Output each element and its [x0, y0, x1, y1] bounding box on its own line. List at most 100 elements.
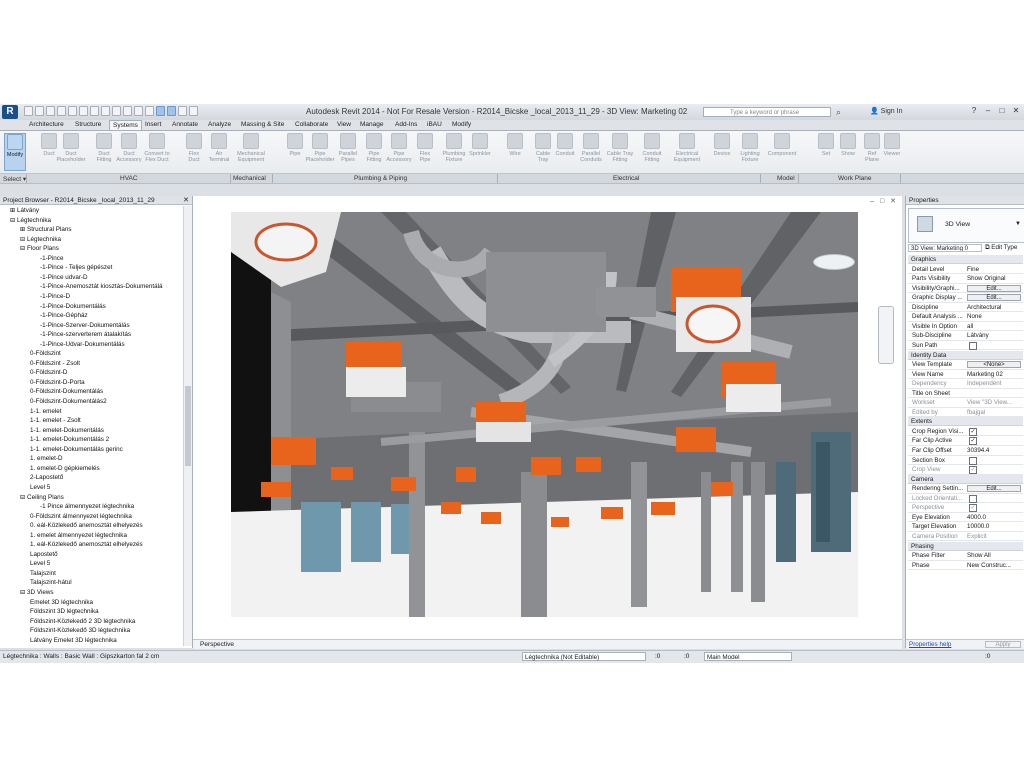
property-value[interactable]: Fine: [967, 265, 1023, 274]
property-value[interactable]: New Construc...: [967, 561, 1023, 570]
instance-filter-dropdown[interactable]: 3D View: Marketing 0: [908, 244, 982, 252]
tree-item[interactable]: 0-Földszint: [30, 349, 61, 358]
tree-item[interactable]: 1. eál-Közlekedő anemosztát elhelyezés: [30, 540, 143, 549]
property-value[interactable]: 30394.4: [967, 446, 1023, 455]
ribbon-button-24[interactable]: Device: [707, 133, 737, 171]
expand-icon[interactable]: ⊞: [20, 226, 27, 233]
close-hidden-icon[interactable]: [167, 106, 176, 116]
property-value[interactable]: Látvány: [967, 331, 1023, 340]
tab-ibau[interactable]: iBAU: [424, 120, 445, 130]
tree-item[interactable]: -1-Pince-Szerver-Dokumentálás: [40, 321, 130, 330]
property-value[interactable]: Show All: [967, 551, 1023, 560]
tab-massing-site[interactable]: Massing & Site: [238, 120, 287, 130]
switch-windows-icon[interactable]: [178, 106, 187, 116]
tree-item[interactable]: ⊟ Floor Plans: [20, 244, 59, 253]
tree-item[interactable]: -1-Pince udvar-D: [40, 273, 88, 282]
close-icon[interactable]: ✕: [183, 196, 189, 205]
revit-logo-icon[interactable]: R: [2, 105, 18, 119]
3d-view-icon[interactable]: [134, 106, 143, 116]
property-row[interactable]: Far Clip Offset 30394.4: [908, 446, 1023, 456]
property-row[interactable]: Edited by fbajgal: [908, 408, 1023, 418]
sync-icon[interactable]: [46, 106, 55, 116]
tree-item[interactable]: 0-Földszint-D-Porta: [30, 378, 85, 387]
ribbon-button-4[interactable]: Duct Accessory: [114, 133, 144, 171]
property-checkbox[interactable]: ✓: [969, 427, 977, 436]
minimize-icon[interactable]: –: [982, 105, 994, 117]
property-checkbox[interactable]: [969, 341, 977, 350]
property-row[interactable]: Phase Filter Show All: [908, 551, 1023, 561]
tree-item[interactable]: ⊟ 3D Views: [20, 588, 54, 597]
property-row[interactable]: Rendering Settin... Edit...: [908, 484, 1023, 494]
ribbon-button-14[interactable]: Flex Pipe: [410, 133, 440, 171]
tab-collaborate[interactable]: Collaborate: [292, 120, 331, 130]
tree-item[interactable]: Talajszint: [30, 569, 56, 578]
panel-label-0[interactable]: Select ▾: [3, 175, 26, 183]
tag-icon[interactable]: [112, 106, 121, 116]
ribbon-button-17[interactable]: Wire: [500, 133, 530, 171]
property-edit-button[interactable]: Edit...: [967, 485, 1021, 493]
undo-icon[interactable]: [57, 106, 66, 116]
property-row[interactable]: Target Elevation 10000.0: [908, 522, 1023, 532]
ribbon-button-8[interactable]: Mechanical Equipment: [236, 133, 266, 171]
tab-add-ins[interactable]: Add-Ins: [392, 120, 420, 130]
help-icon[interactable]: ?: [968, 105, 980, 117]
tree-item[interactable]: 1-1. emelet-Dokumentálás gerinc: [30, 445, 123, 454]
property-edit-button[interactable]: <None>: [967, 361, 1021, 369]
ribbon-button-5[interactable]: Convert to Flex Duct: [142, 133, 172, 171]
properties-help-link[interactable]: Properties help: [909, 640, 951, 649]
open-icon[interactable]: [24, 106, 33, 116]
property-row[interactable]: Workset View "3D View...: [908, 398, 1023, 408]
tree-item[interactable]: -1-Pince-Dokumentálás: [40, 302, 106, 311]
tree-item[interactable]: 0-Földszint - Zsolt: [30, 359, 80, 368]
tree-item[interactable]: -1-Pince-D: [40, 292, 70, 301]
project-browser-scrollbar[interactable]: [183, 206, 192, 646]
tree-item[interactable]: 1-1. emelet-Dokumentálás: [30, 426, 104, 435]
property-row[interactable]: Title on Sheet: [908, 389, 1023, 399]
property-checkbox[interactable]: [969, 456, 977, 465]
property-row[interactable]: Parts Visibility Show Original: [908, 274, 1023, 284]
ribbon-button-22[interactable]: Conduit Fitting: [637, 133, 667, 171]
active-workset-dropdown[interactable]: Légtechnika (Not Editable): [522, 652, 646, 661]
property-row[interactable]: Perspective ✓: [908, 503, 1023, 513]
tab-structure[interactable]: Structure: [72, 120, 104, 130]
property-row[interactable]: Camera Position Explicit: [908, 532, 1023, 542]
redo-icon[interactable]: [68, 106, 77, 116]
tree-item[interactable]: 1-1. emelet-Dokumentálás 2: [30, 435, 109, 444]
tab-modify[interactable]: Modify: [449, 120, 474, 130]
property-group-header[interactable]: Phasing: [908, 541, 1023, 551]
property-value[interactable]: 10000.0: [967, 522, 1023, 531]
maximize-icon[interactable]: □: [996, 105, 1008, 117]
close-icon[interactable]: ✕: [1010, 105, 1022, 117]
tree-item[interactable]: Földszint 3D légtechnika: [30, 607, 99, 616]
chevron-down-icon[interactable]: ▼: [1015, 221, 1021, 227]
tree-item[interactable]: -1 Pince álmennyezet légtechnika: [40, 502, 134, 511]
tree-item[interactable]: ⊟ Légtechnika: [20, 235, 61, 244]
customize-qat-icon[interactable]: [189, 106, 198, 116]
property-checkbox[interactable]: ✓: [969, 437, 977, 446]
property-row[interactable]: Default Analysis ... None: [908, 312, 1023, 322]
search-input[interactable]: Type a keyword or phrase: [703, 107, 831, 117]
property-row[interactable]: Sun Path: [908, 341, 1023, 351]
search-icon[interactable]: ⌕: [836, 107, 841, 118]
ribbon-button-21[interactable]: Cable Tray Fitting: [605, 133, 635, 171]
tree-item[interactable]: 0-Földszint-D: [30, 368, 67, 377]
property-row[interactable]: View Name Marketing 02: [908, 370, 1023, 380]
tab-annotate[interactable]: Annotate: [169, 120, 201, 130]
property-value[interactable]: View "3D View...: [967, 398, 1023, 407]
tree-item[interactable]: ⊞ Structural Plans: [20, 225, 71, 234]
save-icon[interactable]: [35, 106, 44, 116]
view-mode-label[interactable]: Perspective: [200, 640, 234, 649]
property-checkbox[interactable]: ✓: [969, 466, 977, 475]
tree-item[interactable]: 0-Földszint álmennyezet légtechnika: [30, 512, 132, 521]
property-row[interactable]: Crop View ✓: [908, 465, 1023, 475]
ribbon-button-23[interactable]: Electrical Equipment: [672, 133, 702, 171]
ribbon-button-30[interactable]: Viewer: [877, 133, 907, 171]
ribbon-button-26[interactable]: Component: [767, 133, 797, 171]
tree-item[interactable]: 1. emelet-D: [30, 454, 63, 463]
tree-item[interactable]: Földszint-Közlekedő 3D légtechnika: [30, 626, 130, 635]
property-edit-button[interactable]: Edit...: [967, 294, 1021, 302]
property-value[interactable]: Show Original: [967, 274, 1023, 283]
property-value[interactable]: fbajgal: [967, 408, 1023, 417]
property-row[interactable]: Sub-Discipline Látvány: [908, 331, 1023, 341]
tree-item[interactable]: ⊟ Légtechnika: [10, 216, 51, 225]
